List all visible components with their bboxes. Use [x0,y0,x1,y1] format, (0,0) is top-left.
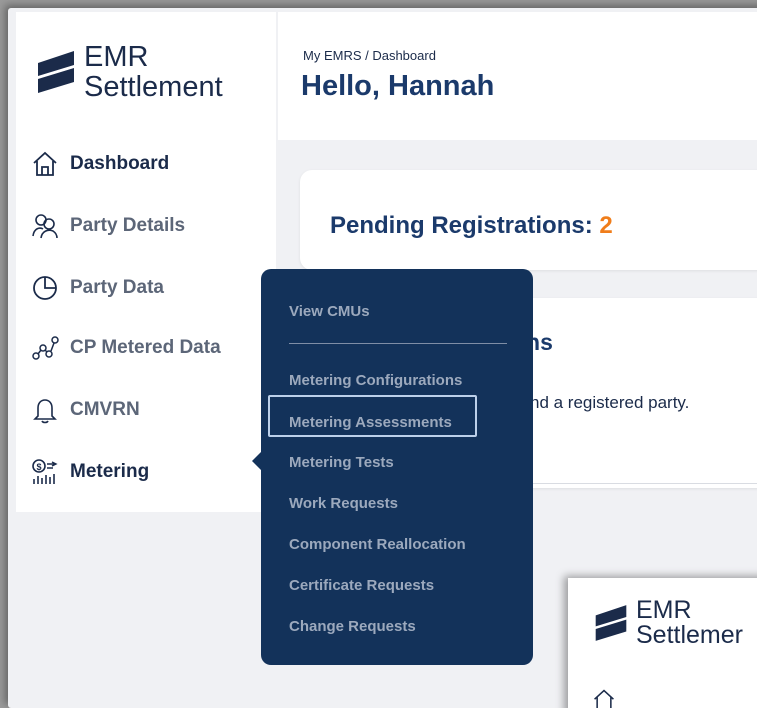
menu-item-view-cmus[interactable]: View CMUs [289,303,370,320]
metering-dropdown-menu: View CMUs Metering Configurations Meteri… [252,269,533,665]
overlapping-window: EMR Settlemer [568,578,757,708]
app-window: EMR Settlement Dashboard Party Details P… [8,8,757,708]
sidebar-item-cp-metered-data[interactable]: CP Metered Data [30,328,221,368]
logo-text: EMR Settlemer [636,598,743,648]
menu-item-component-reallocation[interactable]: Component Reallocation [289,536,466,553]
sidebar-item-label: Dashboard [70,153,170,174]
menu-item-work-requests[interactable]: Work Requests [289,495,398,512]
logo[interactable]: EMR Settlement [36,42,223,102]
breadcrumb[interactable]: My EMRS / Dashboard [303,48,436,63]
bell-icon [30,395,60,425]
pending-label-text: Pending Registrations: [330,212,593,239]
sidebar-item-label: Metering [70,461,150,482]
home-icon [594,689,614,708]
bolt-logo-icon [595,605,627,641]
menu-item-metering-configurations[interactable]: Metering Configurations [289,372,462,389]
sidebar: EMR Settlement Dashboard Party Details P… [16,12,276,512]
sidebar-item-label: CMVRN [70,399,140,420]
sidebar-item-party-data[interactable]: Party Data [30,268,164,308]
people-icon [30,211,60,241]
sidebar-item-party-details[interactable]: Party Details [30,206,185,246]
logo-text: EMR Settlement [84,42,223,102]
sidebar-item-label: Party Details [70,215,186,236]
home-icon [30,149,60,179]
sidebar-item-dashboard[interactable]: Dashboard [30,144,169,184]
logo: EMR Settlemer [594,598,743,648]
menu-item-metering-tests[interactable]: Metering Tests [289,454,394,471]
pending-count: 2 [599,212,613,239]
sidebar-item-metering[interactable]: $ Metering [30,452,149,492]
sidebar-item-label: CP Metered Data [70,337,221,358]
menu-item-certificate-requests[interactable]: Certificate Requests [289,577,434,594]
pending-registrations-label: Pending Registrations: 2 [330,212,613,240]
sidebar-item-label: Party Data [70,277,164,298]
registrations-description: nd a registered party. [530,393,690,412]
logo-line-1: EMR [84,41,149,73]
menu-item-change-requests[interactable]: Change Requests [289,618,416,635]
svg-text:$: $ [36,462,41,472]
logo-line-2: Settlemer [636,621,743,649]
menu-divider [289,343,507,344]
logo-line-2: Settlement [84,71,223,103]
dropdown-caret [252,451,262,471]
metering-icon: $ [30,457,60,487]
data-nodes-icon [30,333,60,363]
page-title: Hello, Hannah [301,70,495,102]
pie-chart-icon [30,273,60,303]
logo-line-1: EMR [636,596,692,624]
bolt-logo-icon [38,51,74,93]
sidebar-item-cmvrn[interactable]: CMVRN [30,390,140,430]
menu-item-metering-assessments[interactable]: Metering Assessments [289,414,452,431]
pending-registrations-card[interactable]: Pending Registrations: 2 [300,170,757,270]
